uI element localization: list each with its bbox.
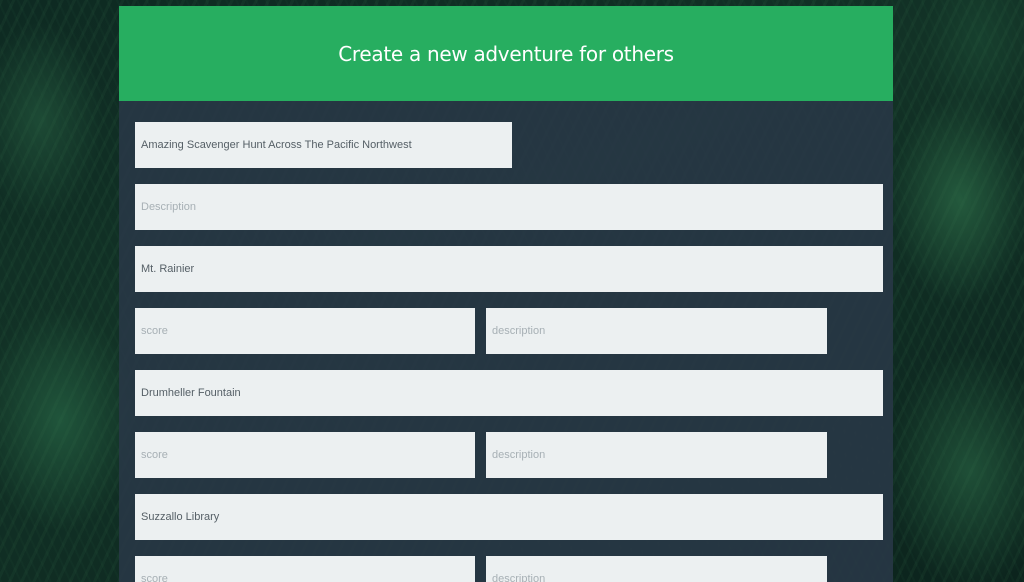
adventure-title-input[interactable] — [135, 122, 512, 168]
location-name-input[interactable] — [135, 494, 883, 540]
location-name-input[interactable] — [135, 246, 883, 292]
location-description-input[interactable] — [486, 308, 827, 354]
adventure-description-input[interactable] — [135, 184, 883, 230]
location-score-input[interactable] — [135, 308, 475, 354]
page-title: Create a new adventure for others — [338, 41, 674, 66]
location-score-input[interactable] — [135, 432, 475, 478]
location-score-input[interactable] — [135, 556, 475, 582]
panel-header: Create a new adventure for others — [119, 6, 893, 101]
location-description-input[interactable] — [486, 556, 827, 582]
location-name-input[interactable] — [135, 370, 883, 416]
location-description-input[interactable] — [486, 432, 827, 478]
create-adventure-panel: Create a new adventure for others — [119, 6, 893, 582]
